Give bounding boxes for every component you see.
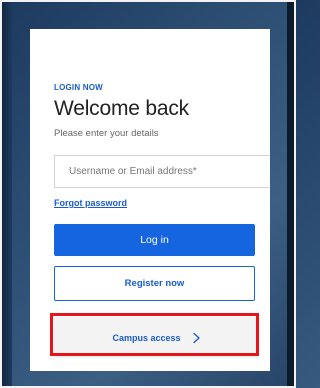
page-title: Welcome back <box>54 97 189 120</box>
username-placeholder: Username or Email address* <box>69 166 197 177</box>
login-card: LOGIN NOW Welcome back Please enter your… <box>30 29 270 371</box>
login-button-label: Log in <box>140 234 169 246</box>
register-button-label: Register now <box>124 278 185 289</box>
page-subtitle: Please enter your details <box>54 128 159 139</box>
chevron-right-icon <box>192 332 200 343</box>
username-input[interactable]: Username or Email address* <box>54 155 270 188</box>
forgot-password-link[interactable]: Forgot password <box>54 198 127 208</box>
campus-access-label: Campus access <box>112 332 181 343</box>
register-button[interactable]: Register now <box>54 266 255 301</box>
login-button[interactable]: Log in <box>54 224 255 256</box>
campus-access-button[interactable]: Campus access <box>54 317 259 358</box>
login-eyebrow: LOGIN NOW <box>54 83 103 92</box>
